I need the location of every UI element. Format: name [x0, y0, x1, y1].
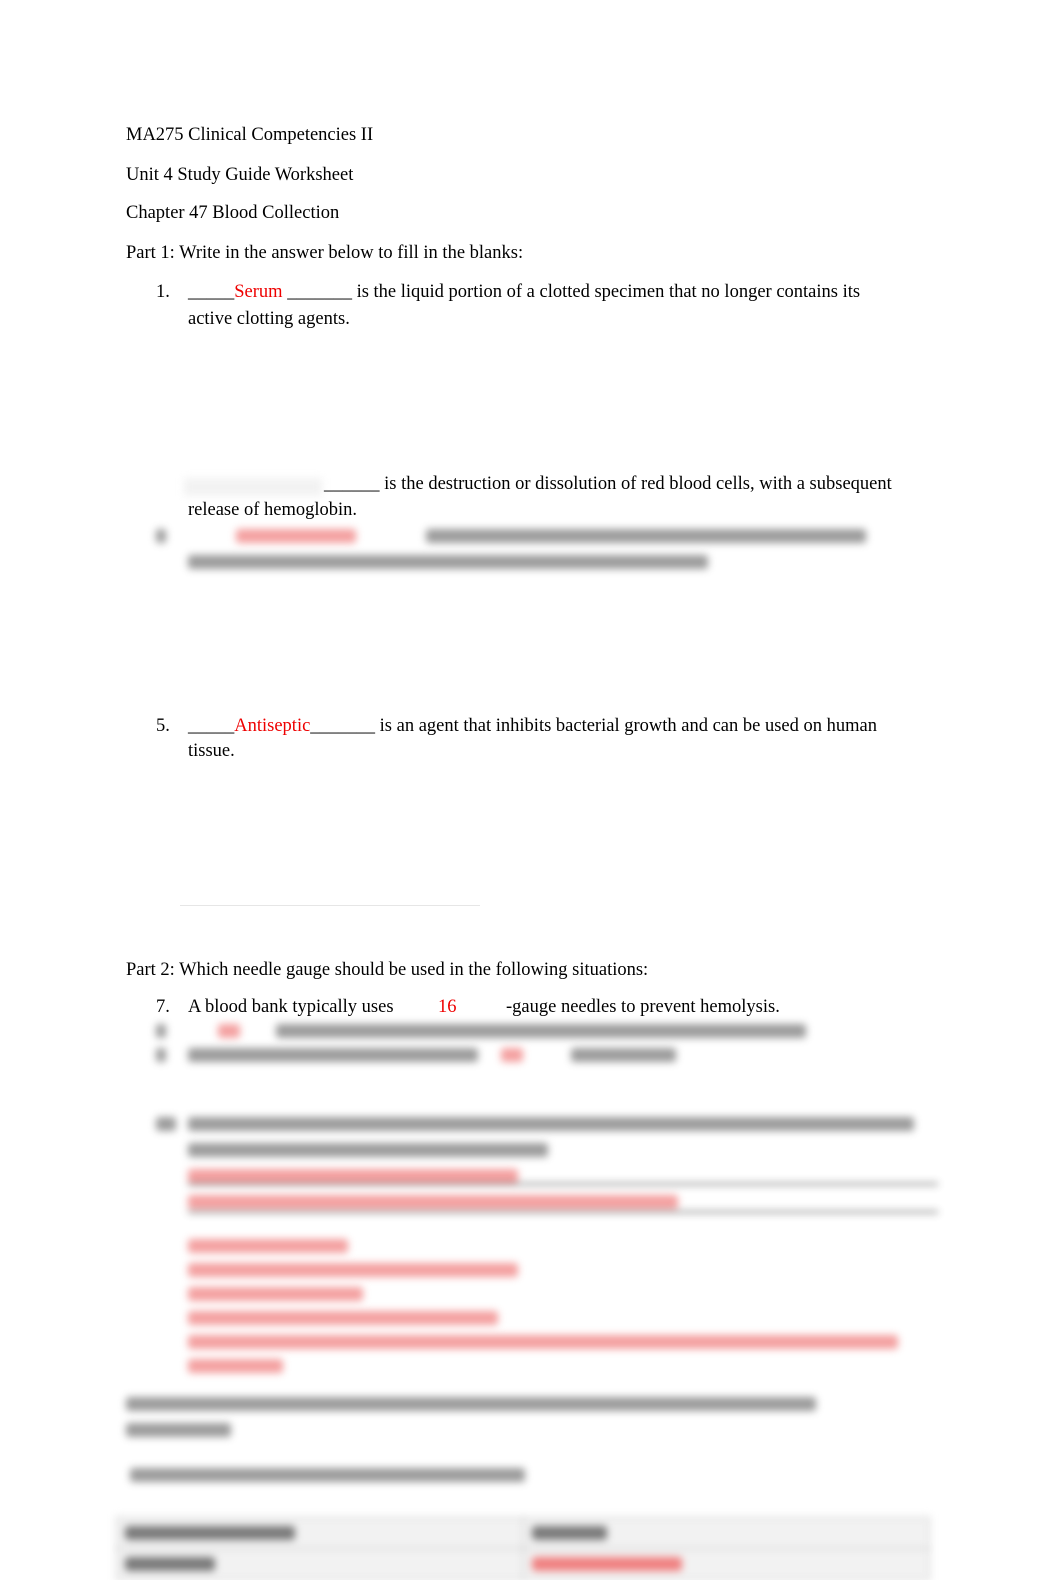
answer-text[interactable]: Antiseptic [234, 716, 310, 736]
question-number: 1. [156, 282, 170, 302]
blurred-questions [156, 1022, 816, 1070]
question-text: A blood bank typically uses [188, 997, 394, 1017]
blurred-subheading [130, 1466, 530, 1488]
part1-heading: Part 1: Write in the answer below to fil… [126, 243, 524, 263]
blurred-answer [184, 478, 322, 496]
blank-line: ______ [324, 474, 380, 494]
question-text: is the destruction or dissolution of red… [379, 474, 892, 494]
question-text-continued: -gauge needles to prevent hemolysis. [506, 997, 780, 1017]
answer-text[interactable]: Serum [234, 282, 282, 302]
question-number: 7. [156, 997, 170, 1017]
course-title: MA275 Clinical Competencies II [126, 125, 374, 145]
question-number: 5. [156, 716, 170, 736]
unit-title: Unit 4 Study Guide Worksheet [126, 165, 354, 185]
question-text: is the liquid portion of a clotted speci… [351, 282, 861, 302]
answer-text[interactable]: 16 [438, 997, 457, 1018]
blank-line: _______ [310, 716, 376, 736]
chapter-title: Chapter 47 Blood Collection [126, 203, 340, 223]
blurred-question-10 [156, 1115, 946, 1373]
blank-line: _____ [188, 282, 235, 302]
part2-heading: Part 2: Which needle gauge should be use… [126, 960, 649, 980]
question-text: is an agent that inhibits bacterial grow… [375, 716, 877, 736]
question-text-continued: tissue. [188, 741, 235, 761]
blank-line: _____ [188, 716, 235, 736]
blur-edge-divider [180, 905, 480, 906]
blurred-table [116, 1517, 930, 1580]
blurred-part3-heading [126, 1395, 826, 1445]
blank-line: _______ [282, 282, 352, 302]
question-text-continued: active clotting agents. [188, 309, 350, 329]
question-text-continued: release of hemoglobin. [188, 500, 358, 520]
blurred-question [156, 527, 876, 577]
